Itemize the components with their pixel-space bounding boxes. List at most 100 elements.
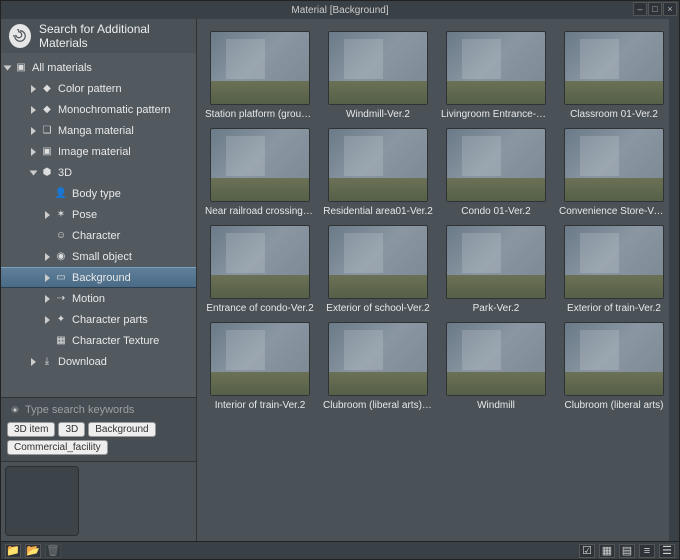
tree-item-motion[interactable]: ⇢Motion [1,288,196,309]
filter-tag[interactable]: Commercial_facility [7,440,108,455]
thumb-caption: Livingroom Entrance-Ver.2 [441,109,551,120]
thumbnail-grid-container: Station platform (ground level) Windmill-… [197,19,669,541]
menu-icon[interactable]: ☰ [659,544,675,558]
material-thumb[interactable]: Livingroom Entrance-Ver.2 [441,31,551,120]
tree-item-label: Small object [72,251,132,263]
chevron-down-icon [30,170,38,175]
thumb-image [328,31,428,105]
tree-item-monochromatic-pattern[interactable]: ◆Monochromatic pattern [1,99,196,120]
tree-item-label: Image material [58,146,131,158]
category-icon: ✶ [54,208,68,222]
tree-item-label: Manga material [58,125,134,137]
thumb-caption: Clubroom (liberal arts) [565,400,664,411]
material-thumb[interactable]: Near railroad crossing-Ver.2 [205,128,315,217]
minimize-button[interactable]: – [633,2,647,16]
chevron-down-icon [4,65,12,70]
tree-item-image-material[interactable]: ▣Image material [1,141,196,162]
chevron-right-icon [45,274,50,282]
tree-item-color-pattern[interactable]: ◆Color pattern [1,78,196,99]
thumb-image [564,322,664,396]
tree-item-body-type[interactable]: 👤Body type [1,183,196,204]
close-button[interactable]: × [663,2,677,16]
material-thumb[interactable]: Convenience Store-Ver.2 [559,128,669,217]
search-input[interactable] [25,404,188,416]
thumb-caption: Residential area01-Ver.2 [323,206,433,217]
thumb-image [328,225,428,299]
tree-item-3d[interactable]: ⬢ 3D [1,162,196,183]
material-thumb[interactable]: Exterior of school-Ver.2 [323,225,433,314]
material-thumb[interactable]: Residential area01-Ver.2 [323,128,433,217]
tree-item-background[interactable]: ▭Background [1,267,196,288]
tree-item-label: Monochromatic pattern [58,104,171,116]
thumb-image [446,225,546,299]
detail-toggle-icon[interactable]: ☑ [579,544,595,558]
tree-item-pose[interactable]: ✶Pose [1,204,196,225]
thumb-image [210,225,310,299]
filter-panel: 3D item3DBackground Commercial_facility [1,397,196,461]
window-controls: – □ × [633,2,677,16]
thumb-caption: Exterior of train-Ver.2 [567,303,661,314]
tree-item-label: 3D [58,167,72,179]
search-additional-label: Search for Additional Materials [39,22,188,50]
thumb-image [564,225,664,299]
thumb-caption: Classroom 01-Ver.2 [570,109,658,120]
material-thumb[interactable]: Station platform (ground level) [205,31,315,120]
chevron-right-icon [31,127,36,135]
material-thumb[interactable]: Windmill-Ver.2 [323,31,433,120]
filter-tag[interactable]: Background [88,422,155,437]
trash-icon[interactable]: 🗑 [45,544,61,558]
tag-list: 3D item3DBackground Commercial_facility [5,420,192,457]
thumb-caption: Station platform (ground level) [205,109,315,120]
chevron-right-icon [31,85,36,93]
material-thumb[interactable]: Park-Ver.2 [441,225,551,314]
material-thumb[interactable]: Clubroom (liberal arts)-Ver.2 [323,322,433,411]
tree-item-character[interactable]: ☺Character [1,225,196,246]
material-thumb[interactable]: Condo 01-Ver.2 [441,128,551,217]
material-tree: ▣ All materials ◆Color pattern◆Monochrom… [1,53,196,397]
category-icon: ☺ [54,229,68,243]
tree-item-small-object[interactable]: ◉ Small object [1,246,196,267]
vertical-scrollbar[interactable] [669,19,679,541]
category-icon: ⬢ [40,166,54,180]
material-thumb[interactable]: Interior of train-Ver.2 [205,322,315,411]
material-thumb[interactable]: Entrance of condo-Ver.2 [205,225,315,314]
thumb-caption: Clubroom (liberal arts)-Ver.2 [323,400,433,411]
view-list-icon[interactable]: ≡ [639,544,655,558]
tree-item-manga-material[interactable]: ❏Manga material [1,120,196,141]
thumbnail-grid: Station platform (ground level) Windmill-… [205,31,661,411]
category-icon: ▭ [54,271,68,285]
filter-tag[interactable]: 3D [58,422,85,437]
thumb-image [446,128,546,202]
chevron-right-icon [45,316,50,324]
search-additional-button[interactable]: Search for Additional Materials [1,19,196,53]
tree-root[interactable]: ▣ All materials [1,57,196,78]
gear-icon[interactable] [9,404,21,416]
tree-item-download[interactable]: ⤓Download [1,351,196,372]
category-icon: ◉ [54,250,68,264]
maximize-button[interactable]: □ [648,2,662,16]
material-thumb[interactable]: Clubroom (liberal arts) [559,322,669,411]
thumb-image [210,31,310,105]
material-thumb[interactable]: Classroom 01-Ver.2 [559,31,669,120]
tree-item-label: Motion [72,293,105,305]
view-small-icon[interactable]: ▤ [619,544,635,558]
chevron-right-icon [45,211,50,219]
folder-new-icon[interactable]: 📁 [5,544,21,558]
thumb-caption: Park-Ver.2 [473,303,520,314]
chevron-right-icon [45,295,50,303]
thumb-image [210,128,310,202]
view-large-icon[interactable]: ▦ [599,544,615,558]
tree-item-character-texture[interactable]: ▦Character Texture [1,330,196,351]
material-window: Material [Background] – □ × Search for A… [0,0,680,560]
filter-tag[interactable]: 3D item [7,422,55,437]
material-thumb[interactable]: Windmill [441,322,551,411]
material-thumb[interactable]: Exterior of train-Ver.2 [559,225,669,314]
thumb-image [210,322,310,396]
preview-pane [1,461,196,541]
thumb-caption: Entrance of condo-Ver.2 [206,303,313,314]
thumb-caption: Condo 01-Ver.2 [461,206,531,217]
tree-item-label: Body type [72,188,121,200]
spiral-icon [9,24,31,48]
tree-item-character-parts[interactable]: ✦Character parts [1,309,196,330]
folder-open-icon[interactable]: 📂 [25,544,41,558]
